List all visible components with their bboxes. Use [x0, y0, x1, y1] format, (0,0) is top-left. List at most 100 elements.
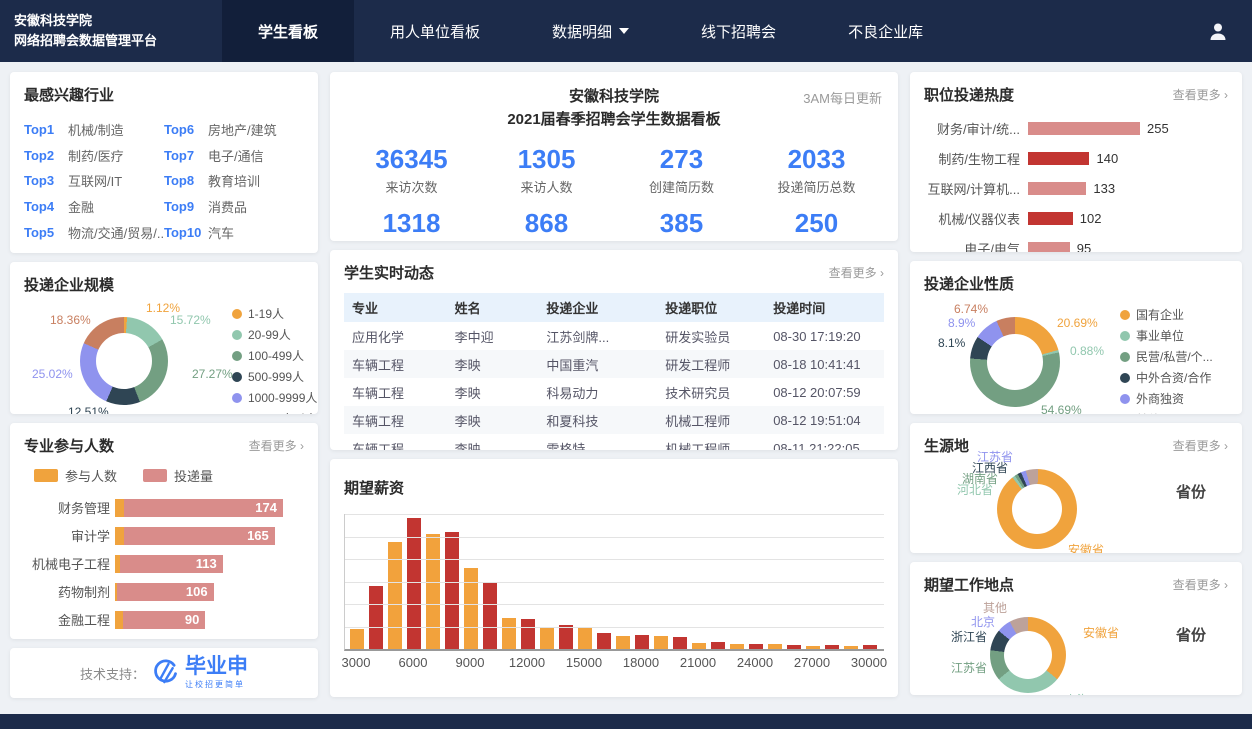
chart-legend: 参与人数 投递量 [34, 466, 304, 489]
stat-value: 36345 [344, 145, 479, 174]
legend-item[interactable]: 10000人以上 [232, 410, 317, 414]
slice-label: 20.69% [1057, 316, 1098, 330]
histogram-bar [464, 568, 478, 649]
view-more-link[interactable]: 查看更多 › [1173, 437, 1228, 454]
nav-tab-5[interactable]: 不良企业库 [812, 0, 959, 62]
dashboard-body: 最感兴趣行业 Top1机械/制造Top2制药/医疗Top3互联网/ITTop4金… [0, 62, 1252, 708]
industry-rank: Top1 [24, 122, 68, 137]
view-more-link[interactable]: 查看更多 › [1173, 86, 1228, 103]
industry-rank: Top5 [24, 225, 68, 240]
bar-segment-participants [115, 527, 124, 545]
industry-label: 物流/交通/贸易/... [68, 223, 164, 242]
view-more-link[interactable]: 查看更多 › [249, 437, 304, 454]
panel-job-heat: 职位投递热度 查看更多 › 财务/审计/统...255制药/生物工程140互联网… [910, 72, 1242, 252]
gridline [345, 514, 884, 515]
table-cell: 李映 [447, 406, 539, 434]
histogram-bar [863, 645, 877, 649]
major-participation-chart: 参与人数投递量财务管理174审计学165机械电子工程113药物制剂106金融工程… [24, 466, 304, 639]
bar-category-label: 审计学 [24, 526, 110, 545]
legend-dot [1120, 352, 1130, 362]
slice-label: 浙江省 [951, 628, 987, 645]
work-location-donut-chart: 安徽省上海江苏省浙江省北京其他 [924, 597, 1214, 695]
legend-item[interactable]: 其他 [1120, 411, 1213, 414]
legend-item[interactable]: 1000-9999人 [232, 389, 317, 406]
stat-value: 868 [479, 209, 614, 238]
legend-item[interactable]: 500-999人 [232, 368, 317, 385]
view-more-label: 查看更多 [1173, 439, 1221, 453]
legend-item[interactable]: 1-19人 [232, 305, 317, 322]
histogram-bar [711, 642, 725, 649]
stat-label: 来访人数 [479, 177, 614, 196]
app-brand: 安徽科技学院 网络招聘会数据管理平台 [0, 0, 222, 62]
table-cell: 技术研究员 [657, 378, 765, 406]
histogram-bar [825, 645, 839, 649]
industry-item: Top7电子/通信 [164, 143, 304, 169]
table-row: 应用化学李中迎江苏剑牌...研发实验员08-30 17:19:20 [344, 322, 884, 350]
bar-row: 财务管理174 [24, 498, 304, 517]
panel-origin: 生源地 查看更多 › 河北省湖南省江西省江苏省安徽省 省份 [910, 423, 1242, 553]
legend-item[interactable]: 100-499人 [232, 347, 317, 364]
legend-item[interactable]: 中外合资/合作 [1120, 369, 1213, 386]
bar-category-label: 质量管理工程 [24, 638, 110, 639]
legend-item[interactable]: 投递量 [143, 466, 213, 485]
donut-hole [1004, 631, 1052, 679]
legend-item[interactable]: 外商独资 [1120, 390, 1213, 407]
legend-item[interactable]: 20-99人 [232, 326, 317, 343]
bar [1028, 122, 1140, 135]
histogram-bar [559, 625, 573, 649]
slice-label: 8.9% [948, 316, 975, 330]
legend-item[interactable]: 事业单位 [1120, 327, 1213, 344]
histogram-bar [749, 644, 763, 649]
bar-value-label: 133 [1093, 181, 1115, 196]
histogram-plot [344, 514, 884, 651]
histogram-bar [426, 534, 440, 649]
nav-tab-2[interactable]: 用人单位看板 [354, 0, 516, 62]
user-avatar-icon[interactable] [1206, 19, 1230, 43]
view-more-link[interactable]: 查看更多 › [1173, 576, 1228, 593]
legend-label: 国有企业 [1136, 306, 1184, 323]
bar-value-label: 140 [1096, 151, 1118, 166]
donut-hole [987, 334, 1043, 390]
legend-dot [1120, 331, 1130, 341]
legend-label: 1000-9999人 [248, 389, 317, 406]
legend-label: 1-19人 [248, 305, 284, 322]
bar-value-label: 255 [1147, 121, 1169, 136]
bar-row: 药物制剂106 [24, 582, 304, 601]
legend-label: 民营/私营/个... [1136, 348, 1213, 365]
stat-value: 1318 [344, 209, 479, 238]
legend-item[interactable]: 民营/私营/个... [1120, 348, 1213, 365]
nav-tab-3[interactable]: 数据明细 [516, 0, 665, 62]
bar-segment-submissions: 106 [117, 583, 214, 601]
bar [1028, 182, 1086, 195]
bar-value-label: 174 [255, 500, 277, 515]
right-column: 职位投递热度 查看更多 › 财务/审计/统...255制药/生物工程140互联网… [910, 72, 1242, 695]
table-cell: 08-30 17:19:20 [765, 322, 884, 350]
industry-item: Top4金融 [24, 194, 164, 220]
histogram-bar [540, 627, 554, 649]
table-cell: 车辆工程 [344, 434, 447, 450]
histogram-bar [616, 636, 630, 649]
industry-rank: Top10 [164, 225, 208, 240]
stat-value: 2033 [749, 145, 884, 174]
view-more-link[interactable]: 查看更多 › [829, 264, 884, 281]
industry-rank: Top6 [164, 122, 208, 137]
panel-title: 生源地 [924, 435, 969, 456]
histogram-bar [445, 532, 459, 649]
table-column-header: 投递时间 [765, 293, 884, 322]
legend-label: 事业单位 [1136, 327, 1184, 344]
stat-label: 创建简历数 [614, 177, 749, 196]
donut-hole [96, 333, 152, 389]
nav-tab-4[interactable]: 线下招聘会 [665, 0, 812, 62]
bar-value-label: 90 [185, 612, 199, 627]
legend-item[interactable]: 国有企业 [1120, 306, 1213, 323]
nav-tab-1[interactable]: 学生看板 [222, 0, 354, 62]
bar-segment-submissions: 165 [124, 527, 275, 545]
industry-item: Top9消费品 [164, 194, 304, 220]
nav-tab-label: 数据明细 [552, 21, 612, 42]
industry-item: Top6房地产/建筑 [164, 117, 304, 143]
industry-label: 制药/医疗 [68, 146, 124, 165]
legend-label: 其他 [1136, 411, 1160, 414]
legend-item[interactable]: 参与人数 [34, 466, 117, 485]
bar-segment-submissions: 113 [120, 555, 223, 573]
bar-category-label: 金融工程 [24, 610, 110, 629]
